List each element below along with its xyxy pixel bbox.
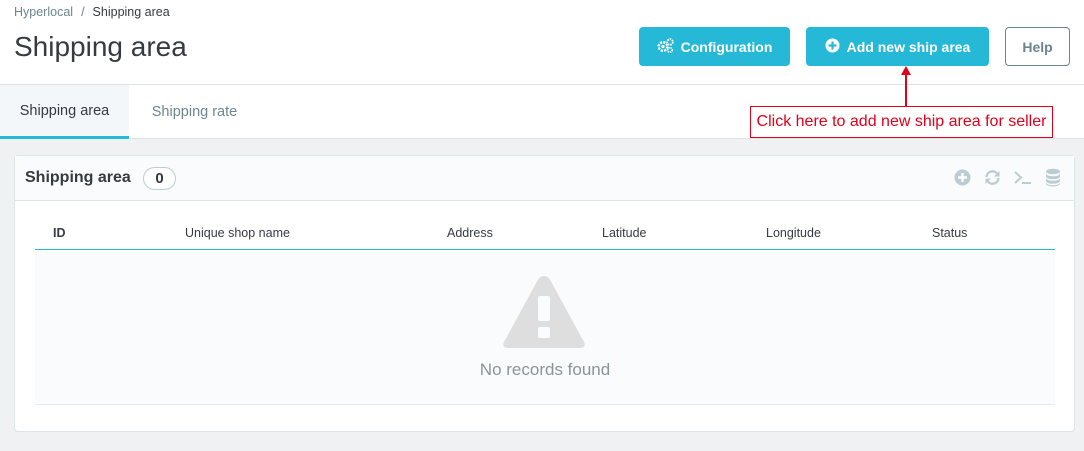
annotation-arrow-line (905, 72, 907, 106)
breadcrumb-current: Shipping area (92, 5, 170, 19)
configuration-button[interactable]: Configuration (639, 27, 790, 66)
column-header-status[interactable]: Status (932, 226, 967, 240)
database-icon[interactable] (1043, 167, 1063, 187)
annotation-callout: Click here to add new ship area for sell… (750, 106, 1053, 138)
panel-header: Shipping area 0 (15, 156, 1074, 201)
add-new-ship-area-button-label: Add new ship area (846, 38, 971, 55)
shipping-area-panel: Shipping area 0 ID Unique shop name Addr… (14, 155, 1075, 432)
add-circle-icon[interactable] (952, 167, 972, 187)
warning-icon (501, 273, 587, 351)
breadcrumb-parent-link[interactable]: Hyperlocal (14, 5, 73, 19)
column-header-id[interactable]: ID (53, 226, 66, 240)
page-header: Hyperlocal / Shipping area Shipping area C… (0, 0, 1084, 85)
refresh-icon[interactable] (982, 167, 1002, 187)
column-header-latitude[interactable]: Latitude (602, 226, 646, 240)
configuration-button-label: Configuration (680, 38, 773, 55)
record-count-badge: 0 (143, 167, 176, 190)
empty-table-body: No records found (35, 251, 1055, 405)
add-new-ship-area-button[interactable]: Add new ship area (806, 27, 989, 66)
tab-shipping-rate[interactable]: Shipping rate (129, 85, 260, 139)
column-header-unique-shop-name[interactable]: Unique shop name (185, 226, 290, 240)
sql-terminal-icon[interactable] (1012, 167, 1032, 187)
breadcrumb-separator: / (81, 5, 85, 19)
page-title: Shipping area (14, 31, 187, 62)
column-header-address[interactable]: Address (447, 226, 493, 240)
table-header-row: ID Unique shop name Address Latitude Lon… (35, 216, 1055, 250)
help-button[interactable]: Help (1005, 27, 1070, 66)
cogs-icon (657, 37, 674, 56)
breadcrumb: Hyperlocal / Shipping area (14, 5, 170, 19)
column-header-longitude[interactable]: Longitude (766, 226, 821, 240)
tab-shipping-area[interactable]: Shipping area (0, 85, 129, 139)
panel-title: Shipping area (25, 169, 131, 186)
plus-circle-icon (825, 38, 840, 56)
empty-state-message: No records found (479, 360, 611, 379)
